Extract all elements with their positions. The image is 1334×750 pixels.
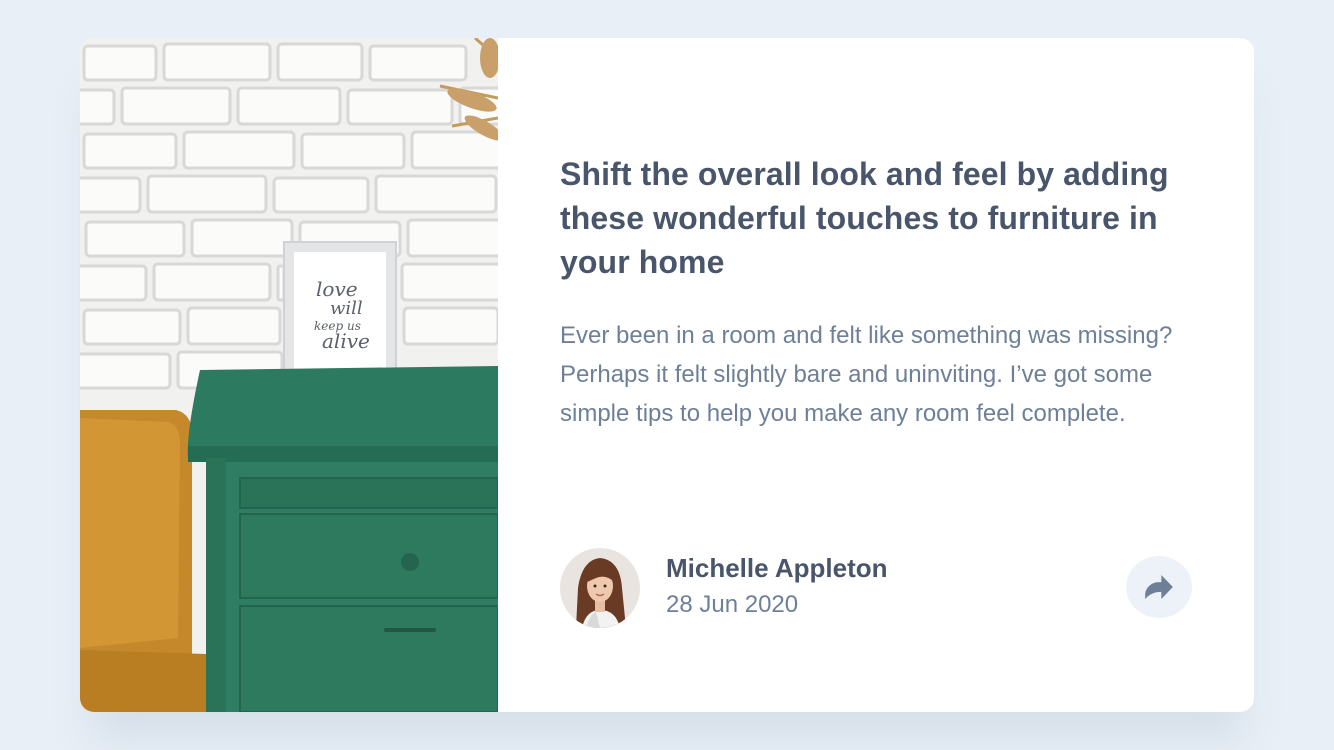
author-block: Michelle Appleton 28 Jun 2020 [560,548,888,628]
article-excerpt: Ever been in a room and felt like someth… [560,322,1173,427]
share-arrow-icon [1145,575,1173,599]
svg-text:alive: alive [322,329,370,353]
svg-text:will: will [330,298,363,319]
article-headline[interactable]: Shift the overall look and feel by addin… [560,152,1200,284]
article-content: Shift the overall look and feel by addin… [498,38,1254,712]
author-info: Michelle Appleton 28 Jun 2020 [666,551,888,625]
article-image: love will keep us alive [80,38,498,712]
avatar-portrait-icon [560,548,640,628]
share-button[interactable] [1126,556,1192,618]
avatar [560,548,640,628]
author-name: Michelle Appleton [666,553,888,583]
drawers-photo: love will keep us alive [80,38,498,712]
publish-date: 28 Jun 2020 [666,591,799,618]
article-preview-card: love will keep us alive Shift the overal… [80,38,1254,712]
